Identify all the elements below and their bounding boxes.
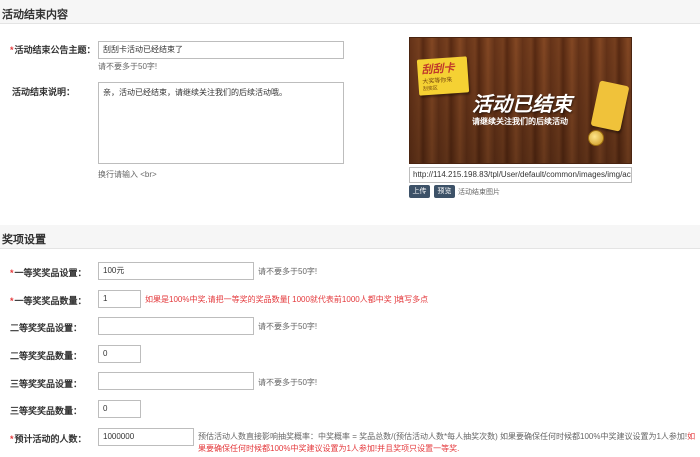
image-url-input[interactable]: http://114.215.198.83/tpl/User/default/c… bbox=[409, 167, 632, 183]
scratch-card-tag: 刮刮卡 大奖等你来 刮奖区 bbox=[416, 56, 470, 96]
prize1-count-hint: 如果是100%中奖,请把一等奖的奖品数量[ 1000就代表前1000人都中奖 ]… bbox=[145, 295, 429, 304]
tag-corner: 刮奖区 bbox=[422, 85, 439, 93]
desc-label: 活动结束说明： bbox=[12, 87, 76, 97]
people-label: *预计活动的人数： bbox=[10, 434, 87, 444]
image-caption: 活动结束图片 bbox=[458, 189, 500, 196]
section-header-prize-settings: 奖项设置 bbox=[0, 225, 700, 249]
banner-sub-text: 请继续关注我们的后续活动 bbox=[472, 117, 568, 126]
prize2-count-input[interactable]: 0 bbox=[98, 345, 141, 363]
desc-textarea[interactable]: 亲，活动已经结束，请继续关注我们的后续活动哦。 bbox=[98, 82, 344, 164]
prize1-count-label: *一等奖奖品数量： bbox=[10, 296, 87, 306]
prize2-count-label: 二等奖奖品数量： bbox=[10, 351, 83, 361]
prize3-count-label: 三等奖奖品数量： bbox=[10, 406, 83, 416]
prize2-name-label: 二等奖奖品设置： bbox=[10, 323, 83, 333]
announce-hint: 请不要多于50字! bbox=[98, 62, 158, 71]
prize2-name-hint: 请不要多于50字! bbox=[258, 322, 318, 331]
people-hint: 预估活动人数直接影响抽奖概率：中奖概率 = 奖品总数/(预估活动人数*每人抽奖次… bbox=[198, 431, 698, 457]
people-hint-normal: 预估活动人数直接影响抽奖概率：中奖概率 = 奖品总数/(预估活动人数*每人抽奖次… bbox=[198, 432, 688, 441]
people-input[interactable]: 1000000 bbox=[98, 428, 194, 446]
required-marker: * bbox=[10, 434, 14, 444]
section-title: 活动结束内容 bbox=[2, 9, 68, 21]
banner-main-text: 活动已结束 bbox=[472, 94, 572, 116]
prize3-name-hint: 请不要多于50字! bbox=[258, 378, 318, 387]
prize3-name-input[interactable] bbox=[98, 372, 254, 390]
upload-button[interactable]: 上传 bbox=[409, 185, 430, 198]
announce-input[interactable]: 刮刮卡活动已经结束了 bbox=[98, 41, 344, 59]
preview-button[interactable]: 预览 bbox=[434, 185, 455, 198]
desc-hint: 换行请输入 <br> bbox=[98, 170, 157, 179]
prize1-name-label: *一等奖奖品设置： bbox=[10, 268, 87, 278]
section-header-end-content: 活动结束内容 bbox=[0, 0, 700, 24]
required-marker: * bbox=[10, 45, 14, 55]
required-marker: * bbox=[10, 268, 14, 278]
announce-label: *活动结束公告主题： bbox=[10, 45, 96, 55]
end-image-preview: 刮刮卡 大奖等你来 刮奖区 活动已结束 请继续关注我们的后续活动 bbox=[409, 37, 632, 164]
coin-icon bbox=[588, 130, 604, 146]
prize1-name-hint: 请不要多于50字! bbox=[258, 267, 318, 276]
required-marker: * bbox=[10, 296, 14, 306]
prize3-count-input[interactable]: 0 bbox=[98, 400, 141, 418]
prize2-name-input[interactable] bbox=[98, 317, 254, 335]
prize1-count-input[interactable]: 1 bbox=[98, 290, 141, 308]
prize1-name-input[interactable]: 100元 bbox=[98, 262, 254, 280]
section-title: 奖项设置 bbox=[2, 234, 46, 246]
prize3-name-label: 三等奖奖品设置： bbox=[10, 379, 83, 389]
